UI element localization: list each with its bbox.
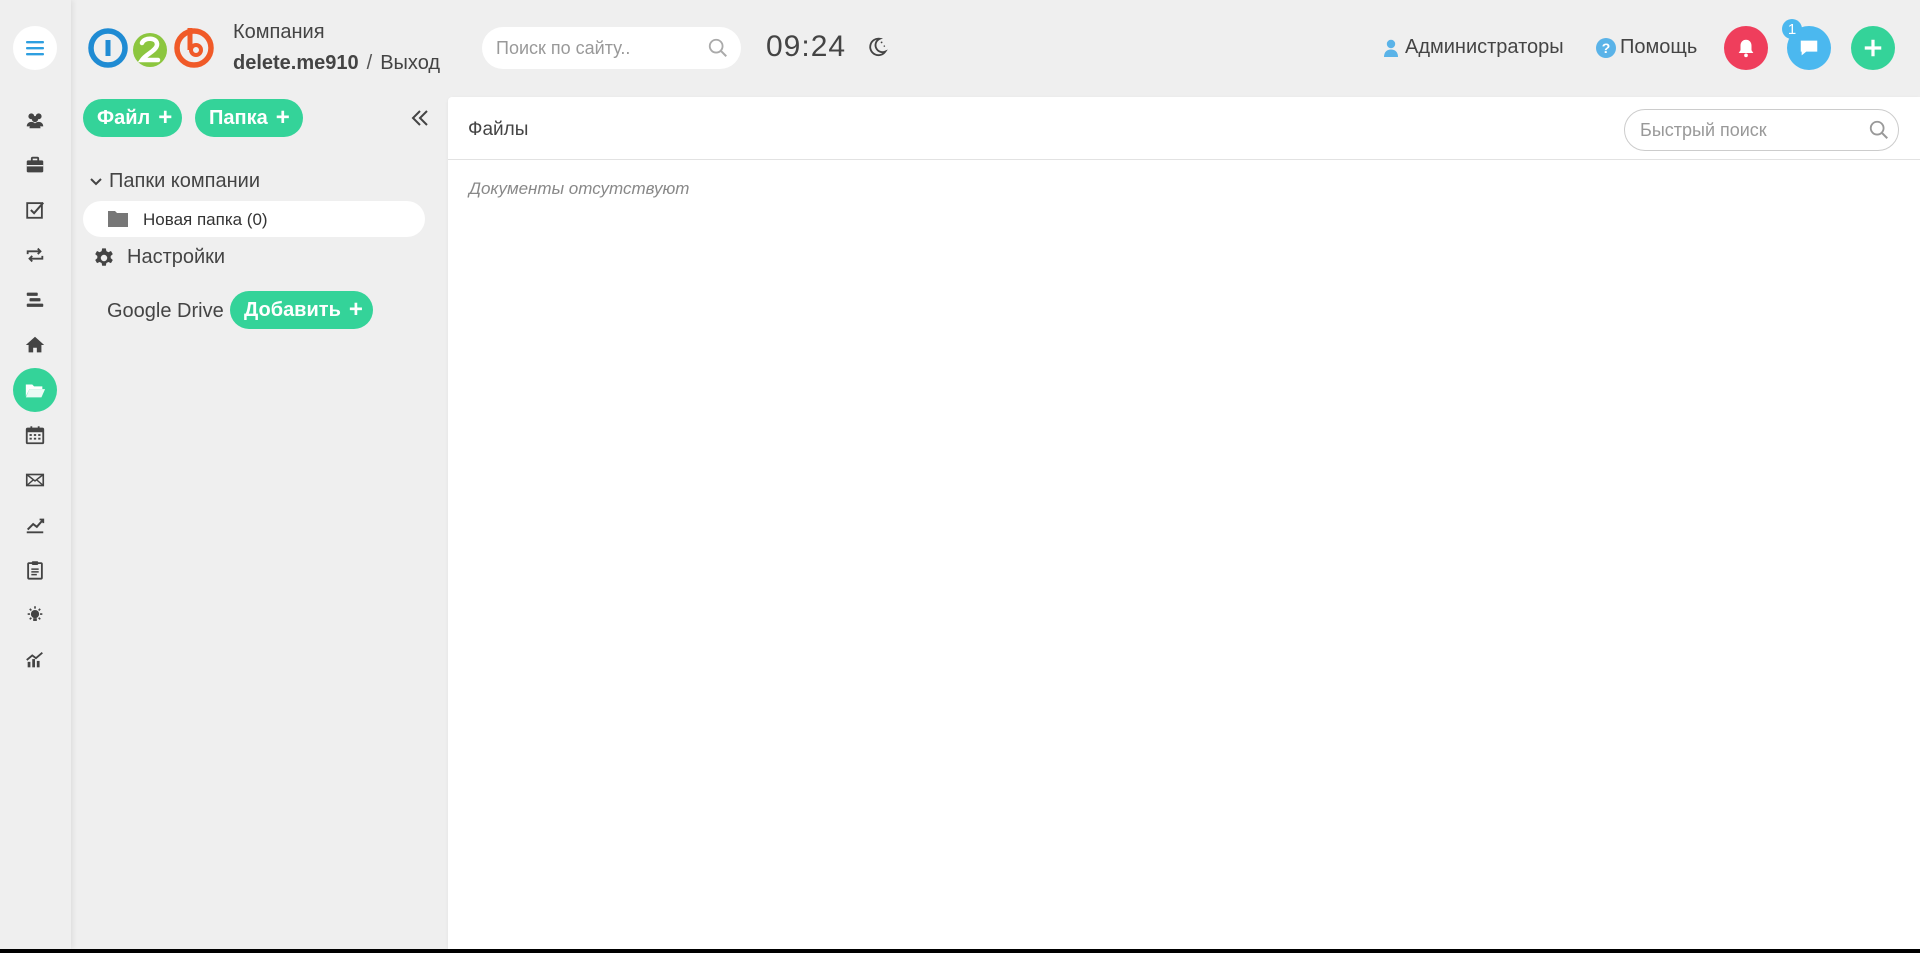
add-file-button[interactable]: Файл +	[83, 99, 182, 137]
quick-search-input[interactable]	[1640, 110, 1855, 150]
chat-icon	[1800, 40, 1818, 56]
account-line: delete.me910 / Выход	[233, 52, 440, 75]
folder-item-new-folder[interactable]: Новая папка (0)	[83, 201, 425, 237]
company-label: Компания	[233, 21, 325, 43]
help-link[interactable]: ? Помощь	[1596, 36, 1697, 59]
create-button[interactable]	[1851, 26, 1895, 70]
admins-link[interactable]: Администраторы	[1383, 36, 1564, 59]
search-icon[interactable]	[707, 37, 729, 59]
page-title: Файлы	[468, 119, 529, 140]
notifications-button[interactable]	[1724, 26, 1768, 70]
add-file-label: Файл	[97, 106, 151, 129]
a2b-logo[interactable]	[86, 24, 216, 72]
app-window: Компания delete.me910 / Выход 09:24 Админи…	[0, 0, 1920, 949]
username[interactable]: delete.me910	[233, 52, 359, 74]
account-separator: /	[366, 52, 373, 74]
rail-item-mail[interactable]	[13, 458, 57, 502]
settings-label: Настройки	[127, 246, 226, 268]
checkbox-icon	[26, 202, 45, 219]
rail-item-users[interactable]	[13, 98, 57, 142]
folder-icon	[108, 211, 128, 227]
site-search[interactable]	[482, 27, 741, 69]
stack-icon	[26, 292, 44, 307]
messages-count-badge: 1	[1782, 19, 1802, 39]
plus-icon: +	[158, 104, 173, 131]
clock: 09:24	[766, 30, 847, 63]
gear-icon	[95, 247, 113, 266]
company-folders-toggle[interactable]: Папки компании	[89, 170, 260, 193]
rail-item-projects[interactable]	[13, 143, 57, 187]
search-icon[interactable]	[1868, 119, 1890, 141]
users-icon	[26, 113, 44, 129]
collapse-panel-icon[interactable]	[410, 108, 430, 128]
icon-rail	[0, 0, 71, 949]
add-google-drive-button[interactable]: Добавить +	[230, 291, 373, 329]
rail-item-files[interactable]	[13, 368, 57, 412]
rail-item-ideas[interactable]	[13, 593, 57, 637]
help-icon: ?	[1596, 37, 1616, 58]
settings-link[interactable]: Настройки	[93, 246, 225, 269]
moon-icon[interactable]	[866, 36, 888, 58]
folder-open-icon	[25, 384, 46, 398]
add-folder-label: Папка	[209, 106, 268, 129]
rail-item-calendar[interactable]	[13, 413, 57, 457]
lightbulb-icon	[27, 606, 43, 621]
hamburger-icon	[26, 41, 44, 56]
menu-button[interactable]	[13, 26, 57, 70]
site-search-input[interactable]	[496, 27, 696, 69]
rail-item-gantt[interactable]	[13, 278, 57, 322]
plus-icon: +	[275, 104, 290, 131]
user-icon	[1384, 39, 1398, 57]
add-folder-button[interactable]: Папка +	[195, 99, 303, 137]
chevron-down-icon	[90, 177, 102, 185]
plus-icon	[1864, 39, 1882, 57]
briefcase-icon	[26, 156, 44, 173]
repeat-icon	[26, 247, 44, 263]
folder-item-label: Новая папка (0)	[143, 210, 268, 229]
add-google-drive-label: Добавить	[244, 298, 341, 321]
calendar-icon	[25, 426, 45, 445]
logout-link[interactable]: Выход	[380, 52, 440, 74]
home-icon	[25, 336, 45, 353]
company-folders-label: Папки компании	[109, 170, 260, 192]
analytics-icon	[26, 651, 43, 668]
files-main-panel: Файлы Документы отсутствуют	[448, 97, 1920, 949]
bell-icon	[1738, 39, 1754, 58]
line-chart-icon	[26, 518, 45, 534]
admins-label: Администраторы	[1405, 36, 1564, 58]
plus-icon: +	[348, 296, 363, 323]
rail-item-tasks[interactable]	[13, 188, 57, 232]
quick-search[interactable]	[1624, 109, 1899, 151]
envelope-icon	[25, 473, 45, 487]
files-panel-header: Файлы	[448, 97, 1920, 160]
rail-item-processes[interactable]	[13, 233, 57, 277]
rail-item-reports[interactable]	[13, 503, 57, 547]
rail-item-home[interactable]	[13, 323, 57, 367]
google-drive-label: Google Drive	[107, 300, 224, 322]
help-label: Помощь	[1620, 36, 1698, 58]
rail-item-documents[interactable]	[13, 548, 57, 592]
rail-item-analytics[interactable]	[13, 638, 57, 682]
empty-state-text: Документы отсутствуют	[469, 179, 690, 198]
clipboard-icon	[27, 561, 43, 580]
